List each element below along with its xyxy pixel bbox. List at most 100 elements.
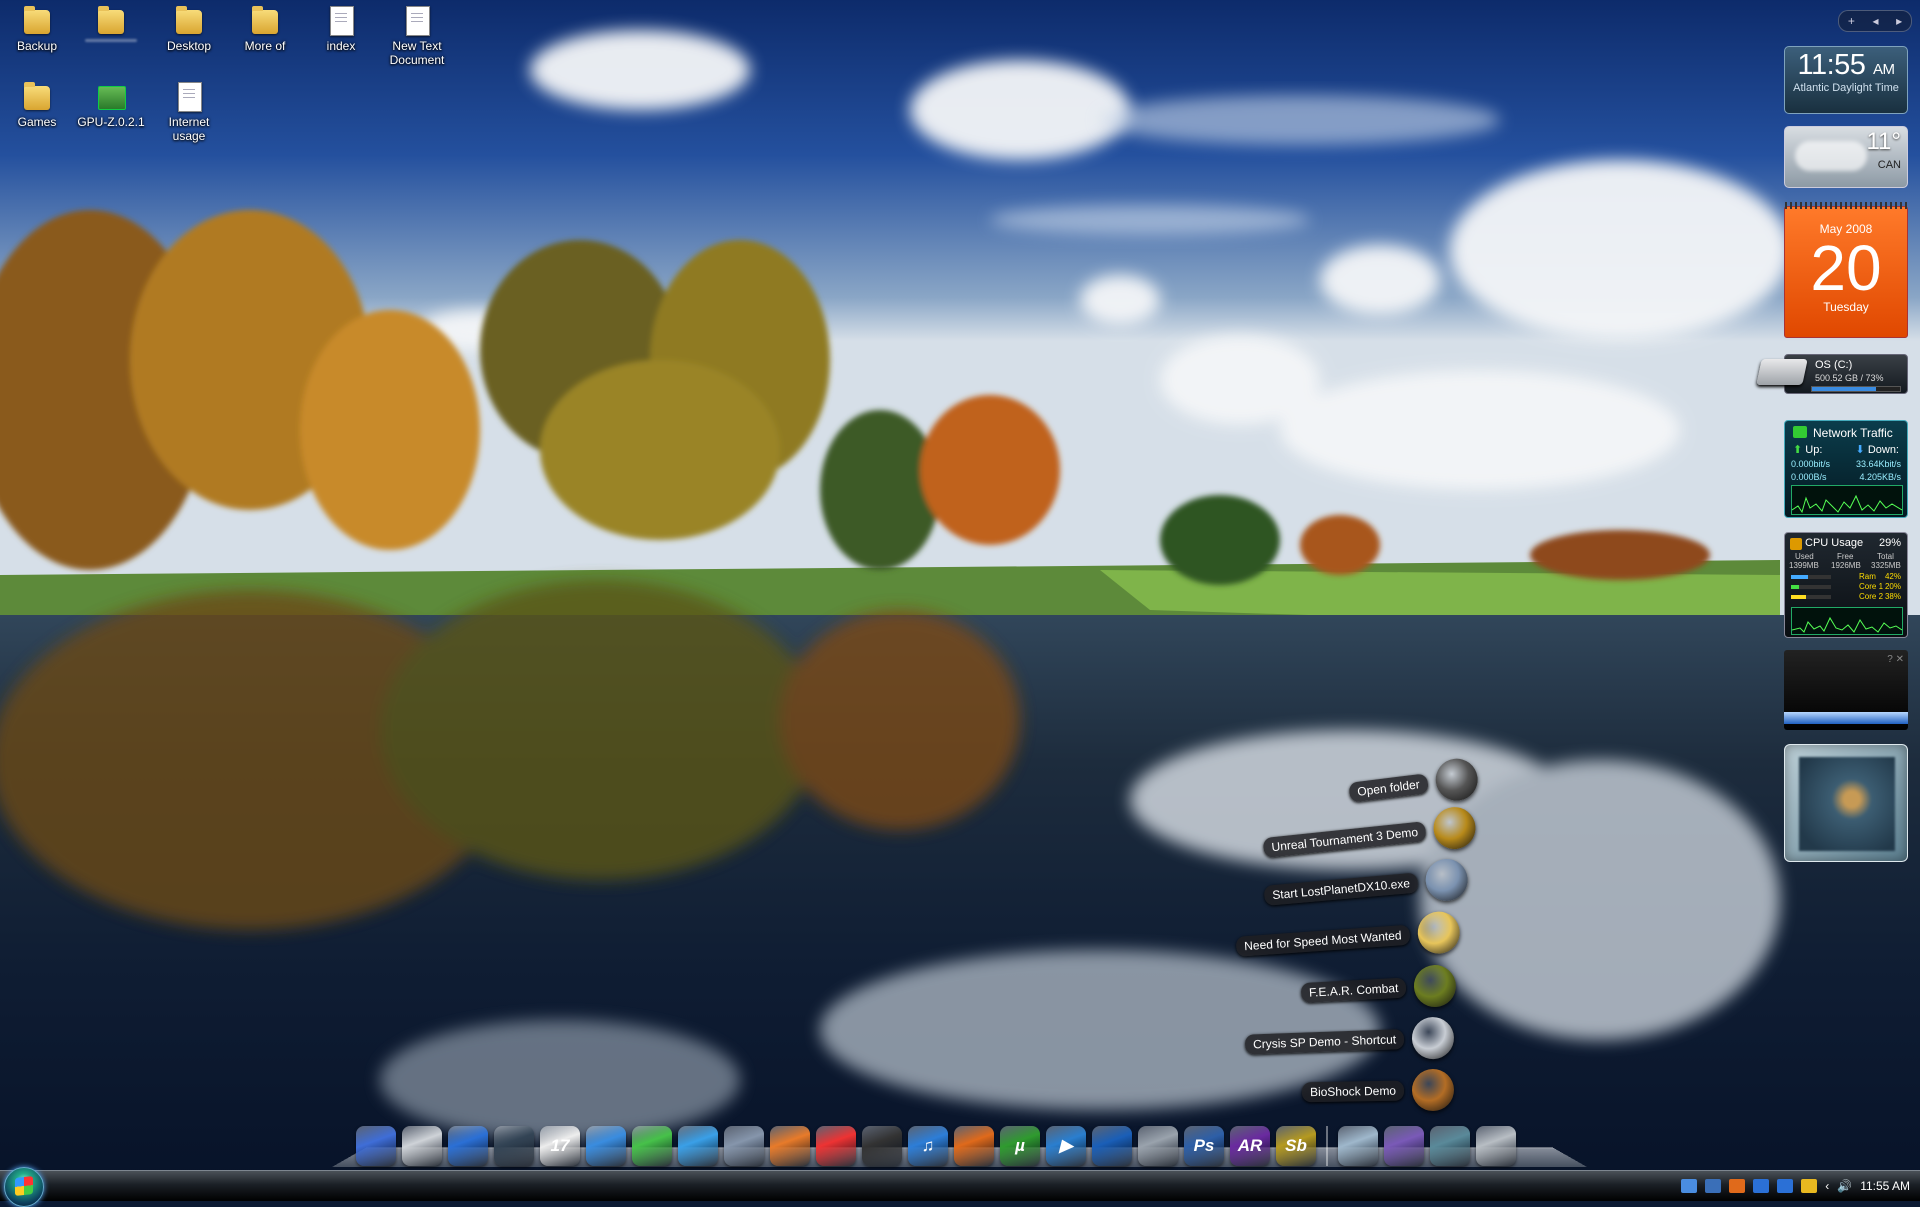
next-arrow-icon[interactable]: ▸ bbox=[1896, 14, 1902, 28]
recycle-bin-tools-icon[interactable] bbox=[1138, 1126, 1178, 1166]
folder-icon bbox=[249, 4, 281, 36]
crysis-icon bbox=[1411, 1016, 1455, 1060]
weather-temperature: 11° bbox=[1866, 128, 1901, 155]
desktop-icon[interactable]: Backup bbox=[0, 4, 74, 53]
cpu-meter-fill bbox=[1791, 595, 1807, 599]
network-icon bbox=[1793, 426, 1807, 438]
quick-launch-icon[interactable] bbox=[1729, 1179, 1746, 1193]
stack-item[interactable]: F.E.A.R. Combat bbox=[1300, 963, 1457, 1014]
cpu-percent: 29% bbox=[1878, 537, 1901, 549]
after-effects-icon[interactable]: AR bbox=[1230, 1126, 1270, 1166]
start-button[interactable] bbox=[4, 1167, 44, 1207]
add-gadget-icon[interactable]: + bbox=[1848, 14, 1855, 28]
slideshow-gadget[interactable] bbox=[1784, 744, 1908, 862]
desktop-icon-label: GPU-Z.0.2.1 bbox=[77, 115, 145, 129]
desktop-icon[interactable]: Internet usage bbox=[152, 80, 226, 143]
sidebar-controls[interactable]: + ◂ ▸ bbox=[1838, 10, 1912, 32]
desktop-icon-label: New Text Document bbox=[389, 39, 445, 67]
messenger-icon[interactable] bbox=[586, 1126, 626, 1166]
dock-separator bbox=[1326, 1126, 1328, 1166]
paint-brush-icon[interactable] bbox=[724, 1126, 764, 1166]
cpu-value-free: 1926MB bbox=[1831, 561, 1861, 570]
quick-launch-icon[interactable] bbox=[1801, 1179, 1818, 1193]
previous-arrow-icon[interactable]: ◂ bbox=[1872, 14, 1878, 28]
cpu-usage-gadget[interactable]: CPU Usage 29% Used Free Total 1399MB 192… bbox=[1784, 532, 1908, 638]
stack-item-label: Unreal Tournament 3 Demo bbox=[1262, 821, 1427, 859]
desktop-icon[interactable]: Desktop bbox=[152, 4, 226, 53]
media-player-icon[interactable]: ▶ bbox=[1046, 1126, 1086, 1166]
system-tray: ‹ 🔊 11:55 AM bbox=[1681, 1171, 1920, 1201]
taskbar: ‹ 🔊 11:55 AM bbox=[0, 1167, 1920, 1207]
stack-item[interactable]: BioShock Demo bbox=[1301, 1068, 1455, 1114]
tray-expand-icon[interactable]: ‹ bbox=[1825, 1179, 1829, 1193]
gadget-options-icon[interactable]: ? ✕ bbox=[1887, 654, 1904, 665]
stack-item-label: Open folder bbox=[1348, 773, 1430, 803]
pictures-folder-icon[interactable] bbox=[1384, 1126, 1424, 1166]
network-traffic-gadget[interactable]: Network Traffic ⬆ Up: ⬇ Down: 0.000bit/s… bbox=[1784, 420, 1908, 518]
folder-icon bbox=[1416, 910, 1462, 956]
stack-item[interactable]: Crysis SP Demo - Shortcut bbox=[1244, 1016, 1455, 1065]
cpu-value-used: 1399MB bbox=[1789, 561, 1819, 570]
taskbar-clock[interactable]: 11:55 AM bbox=[1860, 1179, 1910, 1193]
trash-icon[interactable] bbox=[1476, 1126, 1516, 1166]
blue-chair-icon[interactable] bbox=[678, 1126, 718, 1166]
cpu-meter-fill bbox=[1791, 585, 1799, 589]
open-folder-arrow-icon bbox=[1433, 756, 1481, 804]
quick-launch-icon[interactable] bbox=[1753, 1179, 1770, 1193]
camera-lens-icon[interactable] bbox=[862, 1126, 902, 1166]
media-gadget[interactable]: ? ✕ bbox=[1784, 650, 1908, 730]
tray-icons bbox=[1681, 1179, 1818, 1193]
cpu-row-label: Core 2 bbox=[1859, 592, 1884, 601]
desktop-icon[interactable]: index bbox=[304, 4, 378, 53]
games-folder-icon[interactable] bbox=[1430, 1126, 1470, 1166]
cpu-meter-bar bbox=[1791, 585, 1831, 589]
quick-launch-icon[interactable] bbox=[1777, 1179, 1794, 1193]
itunes-note-icon[interactable]: ♫ bbox=[908, 1126, 948, 1166]
quick-launch-icon[interactable] bbox=[1681, 1179, 1698, 1193]
folder-doc-icon bbox=[21, 4, 53, 36]
folder-icon bbox=[21, 80, 53, 112]
desktop-icon[interactable]: New Text Document bbox=[380, 4, 454, 67]
presentation-icon[interactable] bbox=[770, 1126, 810, 1166]
desktop-icon-label: index bbox=[326, 39, 356, 53]
applications-folder-icon[interactable] bbox=[1338, 1126, 1378, 1166]
drive-meter-gadget[interactable]: OS (C:) 500.52 GB / 73% bbox=[1756, 354, 1908, 394]
finder-icon[interactable] bbox=[356, 1126, 396, 1166]
folder-icon bbox=[95, 4, 127, 36]
cpu-chip-icon bbox=[1790, 538, 1802, 550]
photoshop-icon[interactable]: Ps bbox=[1184, 1126, 1224, 1166]
cpu-meter-bar bbox=[1791, 575, 1831, 579]
network-down-label: ⬇ Down: bbox=[1855, 444, 1899, 456]
dashboard-icon[interactable] bbox=[494, 1126, 534, 1166]
desktop-icon[interactable]: Games bbox=[0, 80, 74, 129]
green-swirl-icon[interactable] bbox=[632, 1126, 672, 1166]
cpu-header-total: Total bbox=[1877, 552, 1894, 561]
dvd-icon[interactable] bbox=[1092, 1126, 1132, 1166]
cpu-row-value: 20% bbox=[1884, 582, 1901, 591]
calendar-icon[interactable]: 17 bbox=[540, 1126, 580, 1166]
calendar-weekday: Tuesday bbox=[1823, 300, 1869, 314]
globe-network-icon[interactable] bbox=[448, 1126, 488, 1166]
weather-gadget[interactable]: 11° CAN bbox=[1784, 126, 1908, 188]
desktop-icon[interactable]: More of bbox=[228, 4, 302, 53]
media-progress-bar bbox=[1784, 712, 1908, 724]
desktop-icon[interactable] bbox=[74, 4, 148, 42]
chart-icon[interactable] bbox=[816, 1126, 856, 1166]
network-up-label: ⬆ Up: bbox=[1793, 444, 1823, 456]
weather-location: CAN bbox=[1877, 159, 1901, 171]
desktop-wallpaper bbox=[0, 0, 1920, 1200]
cpu-meter-fill bbox=[1791, 575, 1808, 579]
firefox-icon[interactable] bbox=[954, 1126, 994, 1166]
network-title: Network Traffic bbox=[1813, 426, 1893, 440]
drive-usage-bar bbox=[1811, 386, 1901, 392]
clock-gadget[interactable]: 11:55 AM Atlantic Daylight Time bbox=[1784, 46, 1908, 114]
soundbooth-icon[interactable]: Sb bbox=[1276, 1126, 1316, 1166]
desktop-icon[interactable]: GPU-Z.0.2.1 bbox=[74, 80, 148, 129]
utorrent-icon[interactable]: µ bbox=[1000, 1126, 1040, 1166]
hard-drive-icon bbox=[1756, 359, 1808, 385]
calendar-gadget[interactable]: May 2008 20 Tuesday bbox=[1784, 202, 1908, 338]
volume-icon[interactable]: 🔊 bbox=[1837, 1179, 1852, 1193]
apple-system-icon[interactable] bbox=[402, 1126, 442, 1166]
network-down-rate: 33.64Kbit/s bbox=[1855, 459, 1901, 469]
quick-launch-icon[interactable] bbox=[1705, 1179, 1722, 1193]
